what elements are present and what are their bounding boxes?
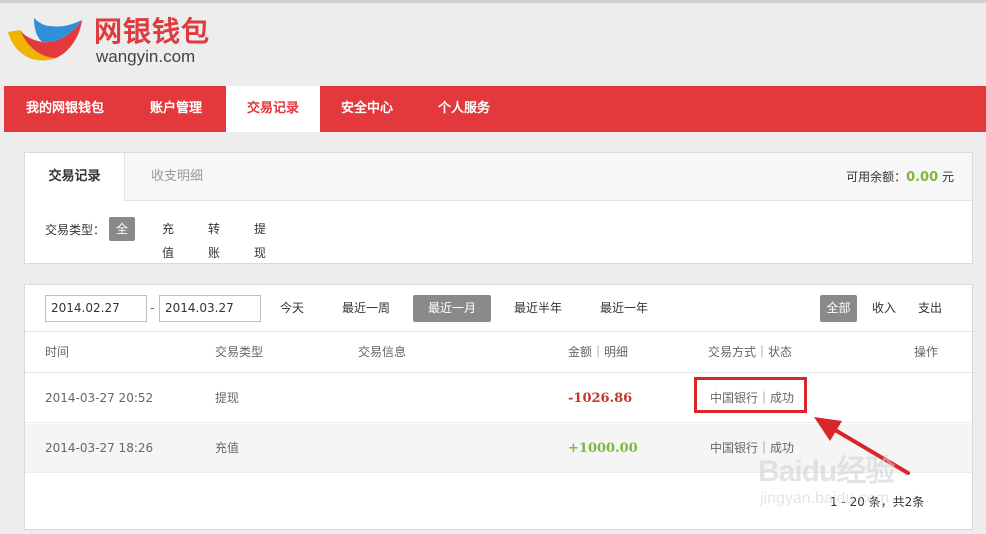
- nav-personal-service[interactable]: 个人服务: [414, 86, 514, 132]
- logo-chinese-text: 网银钱包: [94, 15, 211, 48]
- transaction-type-label: 交易类型：: [45, 223, 106, 237]
- baidu-jingyan-watermark: Baidu经验 jingyan.baidu.com: [750, 440, 980, 530]
- range-last-month[interactable]: 最近一月: [413, 295, 491, 322]
- main-nav: 我的网银钱包 账户管理 交易记录 安全中心 个人服务: [4, 86, 986, 132]
- range-last-week[interactable]: 最近一周: [335, 295, 397, 322]
- flow-filter-expense[interactable]: 支出: [913, 295, 947, 322]
- sub-tabs: 交易记录 收支明细 可用余额：0.00 元: [25, 153, 972, 202]
- nav-transaction-records[interactable]: 交易记录: [226, 86, 320, 132]
- available-balance: 可用余额：0.00 元: [846, 153, 954, 201]
- balance-unit: 元: [941, 170, 954, 184]
- type-filter-recharge[interactable]: 充值: [155, 217, 181, 260]
- tab-income-expense-detail[interactable]: 收支明细: [125, 153, 229, 201]
- range-last-year[interactable]: 最近一年: [593, 295, 655, 322]
- nav-security-center[interactable]: 安全中心: [320, 86, 414, 132]
- header-type: 交易类型: [215, 345, 264, 359]
- type-filter-withdraw[interactable]: 提现: [247, 217, 273, 260]
- wallet-logo-icon: [8, 18, 82, 61]
- header-method-status: 交易方式｜状态: [708, 345, 793, 359]
- balance-amount: 0.00: [906, 170, 939, 185]
- row-type: 提现: [215, 391, 240, 405]
- header-time: 时间: [45, 345, 70, 359]
- row-time: 2014-03-27 20:52: [45, 391, 154, 405]
- row-amount: +1000.00: [568, 441, 638, 456]
- annotation-highlight-box: [694, 377, 807, 413]
- nav-account-management[interactable]: 账户管理: [126, 86, 226, 132]
- header-info: 交易信息: [358, 345, 407, 359]
- flow-filter-all[interactable]: 全部: [820, 295, 857, 322]
- header-actions: 操作: [914, 345, 939, 359]
- watermark-url: jingyan.baidu.com: [760, 490, 889, 507]
- type-filter-transfer[interactable]: 转账: [201, 217, 227, 260]
- row-type: 充值: [215, 441, 240, 455]
- range-today[interactable]: 今天: [271, 295, 313, 322]
- type-filter-all[interactable]: 全部: [109, 217, 136, 260]
- top-border: [0, 0, 986, 3]
- wangyin-logo[interactable]: 网银钱包 wangyin.com: [4, 12, 234, 72]
- start-date-input[interactable]: 2014.02.27: [45, 295, 147, 322]
- logo-english-text: wangyin.com: [96, 47, 196, 66]
- date-separator: -: [150, 301, 155, 315]
- nav-my-wallet[interactable]: 我的网银钱包: [4, 86, 126, 132]
- flow-filter-income[interactable]: 收入: [867, 295, 901, 322]
- table-header: 时间 交易类型 交易信息 金额｜明细 交易方式｜状态 操作: [25, 331, 972, 373]
- end-date-input[interactable]: 2014.03.27: [159, 295, 261, 322]
- tab-transaction-records[interactable]: 交易记录: [25, 153, 125, 202]
- range-last-half-year[interactable]: 最近半年: [507, 295, 569, 322]
- header-amount: 金额｜明细: [568, 345, 629, 359]
- watermark-brand: Baidu经验: [758, 455, 895, 488]
- record-filter-panel: 交易记录 收支明细 可用余额：0.00 元 交易类型： 全部 充值 转账 提现: [24, 152, 973, 264]
- row-time: 2014-03-27 18:26: [45, 441, 154, 455]
- balance-label: 可用余额：: [846, 170, 907, 184]
- row-amount: -1026.86: [568, 391, 633, 406]
